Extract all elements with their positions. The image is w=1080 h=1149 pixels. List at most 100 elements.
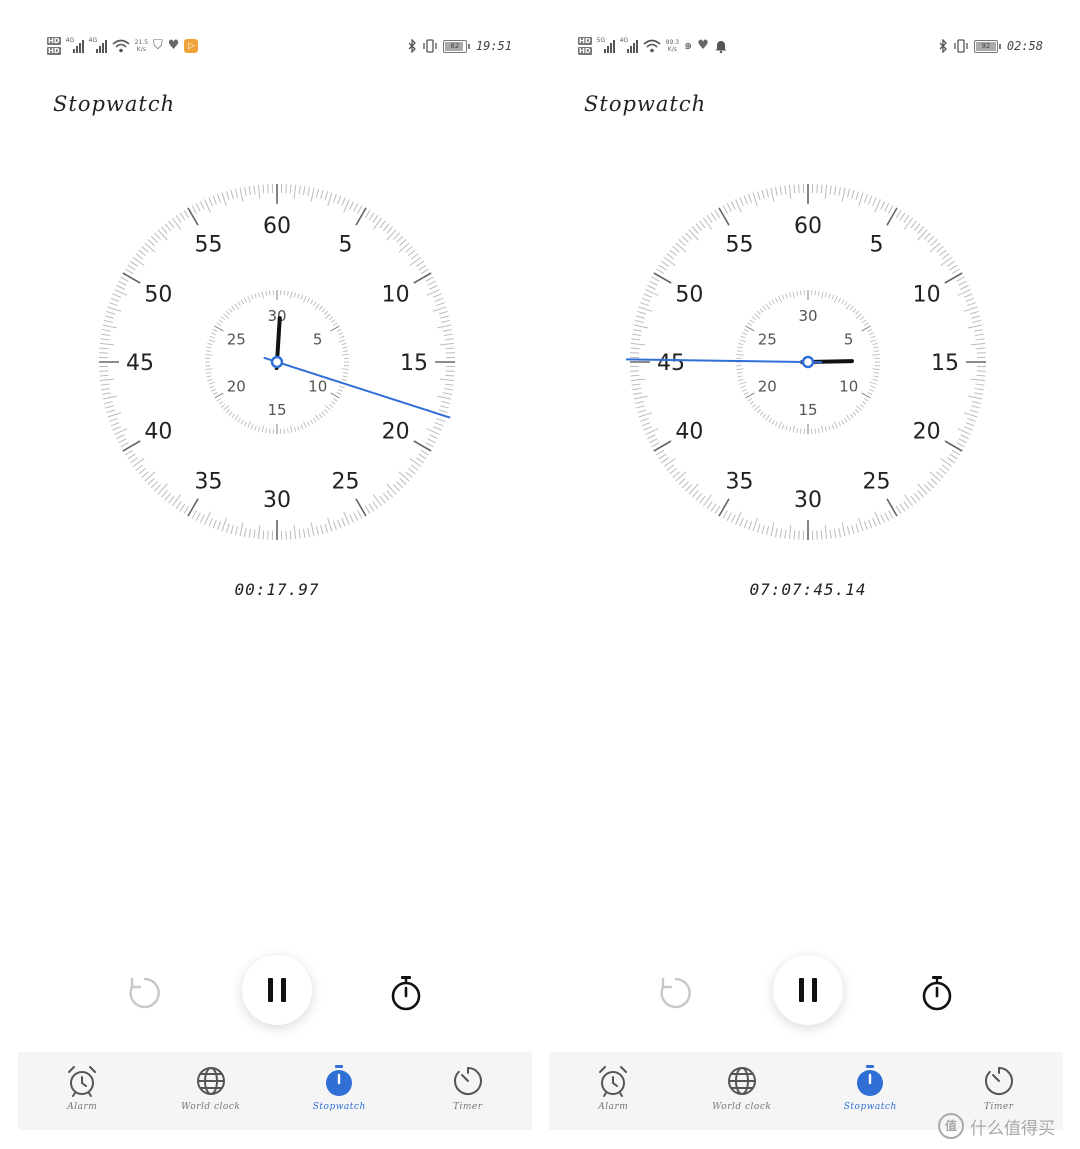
subdial-tick <box>792 425 795 433</box>
tab-world-clock[interactable]: World clock <box>678 1052 807 1130</box>
network-speed: 89.3 K/s <box>665 39 680 53</box>
dial-tick <box>101 329 111 332</box>
dial-tick <box>710 212 717 221</box>
pause-button[interactable] <box>242 955 312 1025</box>
dial-tick <box>886 207 898 226</box>
reset-button[interactable] <box>654 971 698 1015</box>
subdial-tick <box>861 325 871 332</box>
tab-world-clock[interactable]: World clock <box>147 1052 276 1130</box>
dial-tick <box>658 264 667 271</box>
subdial-tick <box>293 292 297 298</box>
subdial-tick <box>303 296 307 303</box>
subdial-tick <box>863 398 869 402</box>
dial-tick <box>324 523 329 533</box>
dial-tick <box>756 523 761 533</box>
tab-stopwatch[interactable]: Stopwatch <box>806 1052 935 1130</box>
dial-tick <box>960 284 969 290</box>
subdial-tick <box>771 299 775 305</box>
subdial-tick <box>861 401 867 405</box>
bottom-tab-bar: Alarm World clock Stopwatch Timer <box>18 1052 532 1130</box>
dial-tick <box>638 412 653 418</box>
dial-tick <box>372 215 379 224</box>
subdial-tick <box>225 409 230 414</box>
reset-button[interactable] <box>123 971 167 1015</box>
dial-tick <box>972 400 982 405</box>
subdial-tick <box>778 421 782 428</box>
subdial-tick <box>736 372 742 374</box>
tab-alarm[interactable]: Alarm <box>549 1052 678 1130</box>
dial-tick <box>888 205 894 214</box>
stopwatch-controls <box>540 955 1071 1027</box>
tab-alarm[interactable]: Alarm <box>18 1052 147 1130</box>
dial-tick <box>443 333 453 337</box>
subdial-tick <box>269 428 271 434</box>
timer-icon <box>453 1067 482 1095</box>
dial-tick <box>634 400 644 405</box>
dial-tick <box>310 522 315 537</box>
dial-tick <box>930 239 938 247</box>
subdial-tick <box>849 305 854 311</box>
subdial-tick <box>745 392 755 399</box>
dial-label: 10 <box>382 283 410 308</box>
subdial-tick <box>341 354 349 356</box>
dial-tick <box>302 528 306 538</box>
subdial-tick <box>800 428 802 434</box>
dial-tick <box>349 201 355 210</box>
dial-tick <box>903 500 910 509</box>
dial-tick <box>714 209 721 219</box>
subdial-tick <box>297 293 300 299</box>
dial-tick <box>320 525 324 535</box>
dial-tick <box>971 315 981 319</box>
dial-tick <box>225 523 230 533</box>
subdial-tick <box>785 425 788 431</box>
lap-button[interactable] <box>915 971 959 1015</box>
dial-tick <box>332 521 337 530</box>
dial-tick <box>726 512 732 521</box>
pause-button[interactable] <box>773 955 843 1025</box>
dial-tick <box>631 338 641 341</box>
tab-timer[interactable]: Timer <box>404 1052 533 1130</box>
dial-tick <box>923 232 931 240</box>
dial-label: 40 <box>675 420 703 445</box>
dial-tick <box>441 319 451 324</box>
tab-label: Timer <box>452 1102 483 1112</box>
subdial-label: 30 <box>267 307 286 325</box>
dial-tick <box>147 239 155 247</box>
dial-tick <box>784 529 787 539</box>
dial-tick <box>645 428 659 435</box>
dial-tick <box>195 512 201 521</box>
dial-label: 25 <box>332 470 360 495</box>
subdial-tick <box>314 303 320 310</box>
dial-tick <box>298 529 301 539</box>
dial-tick <box>262 530 265 540</box>
dial-tick <box>895 209 902 219</box>
subdial-tick <box>313 301 317 307</box>
dial-tick <box>910 220 917 229</box>
dial-tick <box>341 197 346 207</box>
subdial-tick <box>814 428 816 434</box>
subdial-tick <box>867 328 873 332</box>
dial-tick <box>392 232 400 240</box>
subdial-tick <box>821 425 824 433</box>
stopwatch-dial: 60 5 10 15 20 25 30 35 40 45 50 55 30 5 10 15 20 25 <box>626 184 986 540</box>
dial-label: 15 <box>400 351 428 376</box>
subdial-label: 15 <box>267 401 286 419</box>
globe-icon <box>196 1067 225 1095</box>
dial-tick <box>913 493 921 501</box>
dial-label: 35 <box>195 470 223 495</box>
dial-tick <box>396 235 404 243</box>
dial-tick <box>743 195 748 205</box>
dial-tick <box>118 280 127 286</box>
lap-button[interactable] <box>384 971 428 1015</box>
tab-stopwatch[interactable]: Stopwatch <box>275 1052 404 1130</box>
subdial-tick <box>859 316 865 321</box>
dial-tick <box>164 223 172 231</box>
dial-tick <box>248 186 252 196</box>
lap-stopwatch-icon <box>391 976 421 1011</box>
dial-tick <box>974 387 984 391</box>
dial-tick <box>204 199 211 213</box>
dial-tick <box>341 517 346 527</box>
dial-tick <box>426 428 440 435</box>
dial-tick <box>661 260 670 267</box>
subdial-tick <box>206 346 212 349</box>
